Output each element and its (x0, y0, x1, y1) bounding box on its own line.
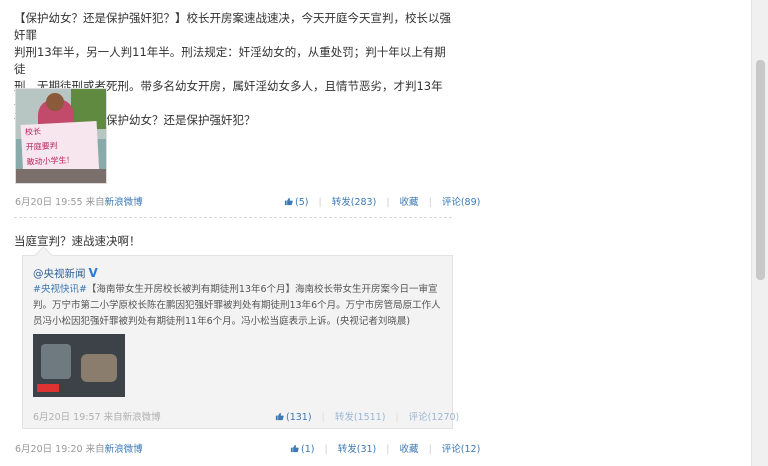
photo-ground (16, 169, 106, 183)
repost-line: 判。万宁市第二小学原校长陈在鹏因犯强奸罪被判处有期徒刑13年6个月。万宁市房管局… (33, 300, 441, 311)
action-separator: | (386, 444, 390, 455)
post1-line: 判刑13年半，另一人判11年半。刑法规定：奸淫幼女的，从重处罚；判十年以上有期徒 (14, 45, 446, 76)
topic-tag-link[interactable]: #央视快讯# (33, 284, 87, 295)
post2-actions: (1) | 转发(31) | 收藏 | 评论(12) (290, 441, 480, 455)
thumbs-up-icon (284, 197, 293, 206)
post1-actions: (5) | 转发(283) | 收藏 | 评论(89) (284, 194, 480, 208)
post1-favorite-button[interactable]: 收藏 (400, 197, 419, 208)
repost-author: @央视新闻 V (33, 266, 98, 281)
verified-badge-icon: V (88, 266, 98, 280)
post2-time[interactable]: 6月20日 19:20 (15, 444, 83, 455)
post2-meta: 6月20日 19:20 来自新浪微博 (15, 441, 143, 455)
vertical-scrollbar[interactable] (751, 0, 768, 466)
repost-time[interactable]: 6月20日 19:57 (33, 412, 101, 423)
post2-source-prefix: 来自 (85, 444, 105, 455)
post1-comment-button[interactable]: 评论(89) (442, 197, 481, 208)
post1-source-link[interactable]: 新浪微博 (105, 197, 143, 208)
post2-favorite-button[interactable]: 收藏 (400, 444, 419, 455)
reposted-weibo-card: @央视新闻 V #央视快讯#【海南带女生开房校长被判有期徒刑13年6个月】海南校长… (22, 246, 459, 429)
weibo-feed-page: 【保护幼女？还是保护强奸犯？】校长开房案速战速决，今天开庭今天宣判，校长以强奸罪… (0, 0, 768, 466)
repost-meta: 6月20日 19:57 来自新浪微博 (33, 409, 161, 423)
post1-time[interactable]: 6月20日 19:55 (15, 197, 83, 208)
thumbs-up-icon (290, 444, 299, 453)
repost-like-button[interactable]: (131) (275, 412, 312, 423)
repost-line: 员冯小松因犯强奸罪被判处有期徒刑11年6个月。冯小松当庭表示上诉。(央视记者刘晓… (33, 316, 411, 327)
repost-comment-button[interactable]: 评论(1270) (409, 412, 460, 423)
repost-video-thumbnail[interactable] (33, 334, 125, 397)
post2-like-button[interactable]: (1) (290, 444, 314, 455)
action-separator: | (321, 412, 325, 423)
post2-like-count: (1) (301, 444, 315, 455)
action-separator: | (318, 197, 322, 208)
repost-actions: (131) | 转发(1511) | 评论(1270) (275, 409, 459, 423)
thumbnail-channel-logo (37, 384, 59, 392)
photo-person-head (46, 93, 64, 111)
post2-source-link[interactable]: 新浪微博 (105, 444, 143, 455)
scrollbar-thumb[interactable] (756, 60, 765, 280)
action-separator: | (324, 444, 328, 455)
action-separator: | (386, 197, 390, 208)
repost-author-link[interactable]: @央视新闻 (33, 268, 86, 280)
post2-comment-button[interactable]: 评论(12) (442, 444, 481, 455)
thumbnail-figure (41, 344, 71, 379)
thumbs-up-icon (275, 412, 284, 421)
post1-line: 【保护幼女？还是保护强奸犯？】校长开房案速战速决，今天开庭今天宣判，校长以强奸罪 (14, 11, 451, 42)
repost-source-prefix: 来自 (103, 412, 123, 423)
post2-repost-button[interactable]: 转发(31) (338, 444, 377, 455)
post1-repost-button[interactable]: 转发(283) (332, 197, 377, 208)
post2-text: 当庭宣判？速战速决啊！ (14, 234, 141, 248)
repost-text: #央视快讯#【海南带女生开房校长被判有期徒刑13年6个月】海南校长带女生开房案今… (33, 282, 443, 330)
repost-like-count: (131) (286, 412, 312, 423)
post1-meta: 6月20日 19:55 来自新浪微博 (15, 194, 143, 208)
repost-line: #央视快讯#【海南带女生开房校长被判有期徒刑13年6个月】海南校长带女生开房案今… (33, 282, 443, 298)
post1-like-count: (5) (295, 197, 309, 208)
repost-source-link[interactable]: 新浪微博 (123, 412, 161, 423)
action-separator: | (428, 197, 432, 208)
post1-photo[interactable]: 校长 开庭要判 敢动小学生! (15, 88, 107, 184)
thumbnail-figure (81, 354, 117, 382)
action-separator: | (428, 444, 432, 455)
action-separator: | (395, 412, 399, 423)
sign-line: 敢动小学生! (26, 155, 70, 167)
post1-like-button[interactable]: (5) (284, 197, 308, 208)
repost-line-text: 【海南带女生开房校长被判有期徒刑13年6个月】海南校长带女生开房案今日一审宣 (86, 284, 438, 295)
post1-source-prefix: 来自 (85, 197, 105, 208)
post-divider (14, 217, 452, 218)
repost-repost-button[interactable]: 转发(1511) (335, 412, 386, 423)
